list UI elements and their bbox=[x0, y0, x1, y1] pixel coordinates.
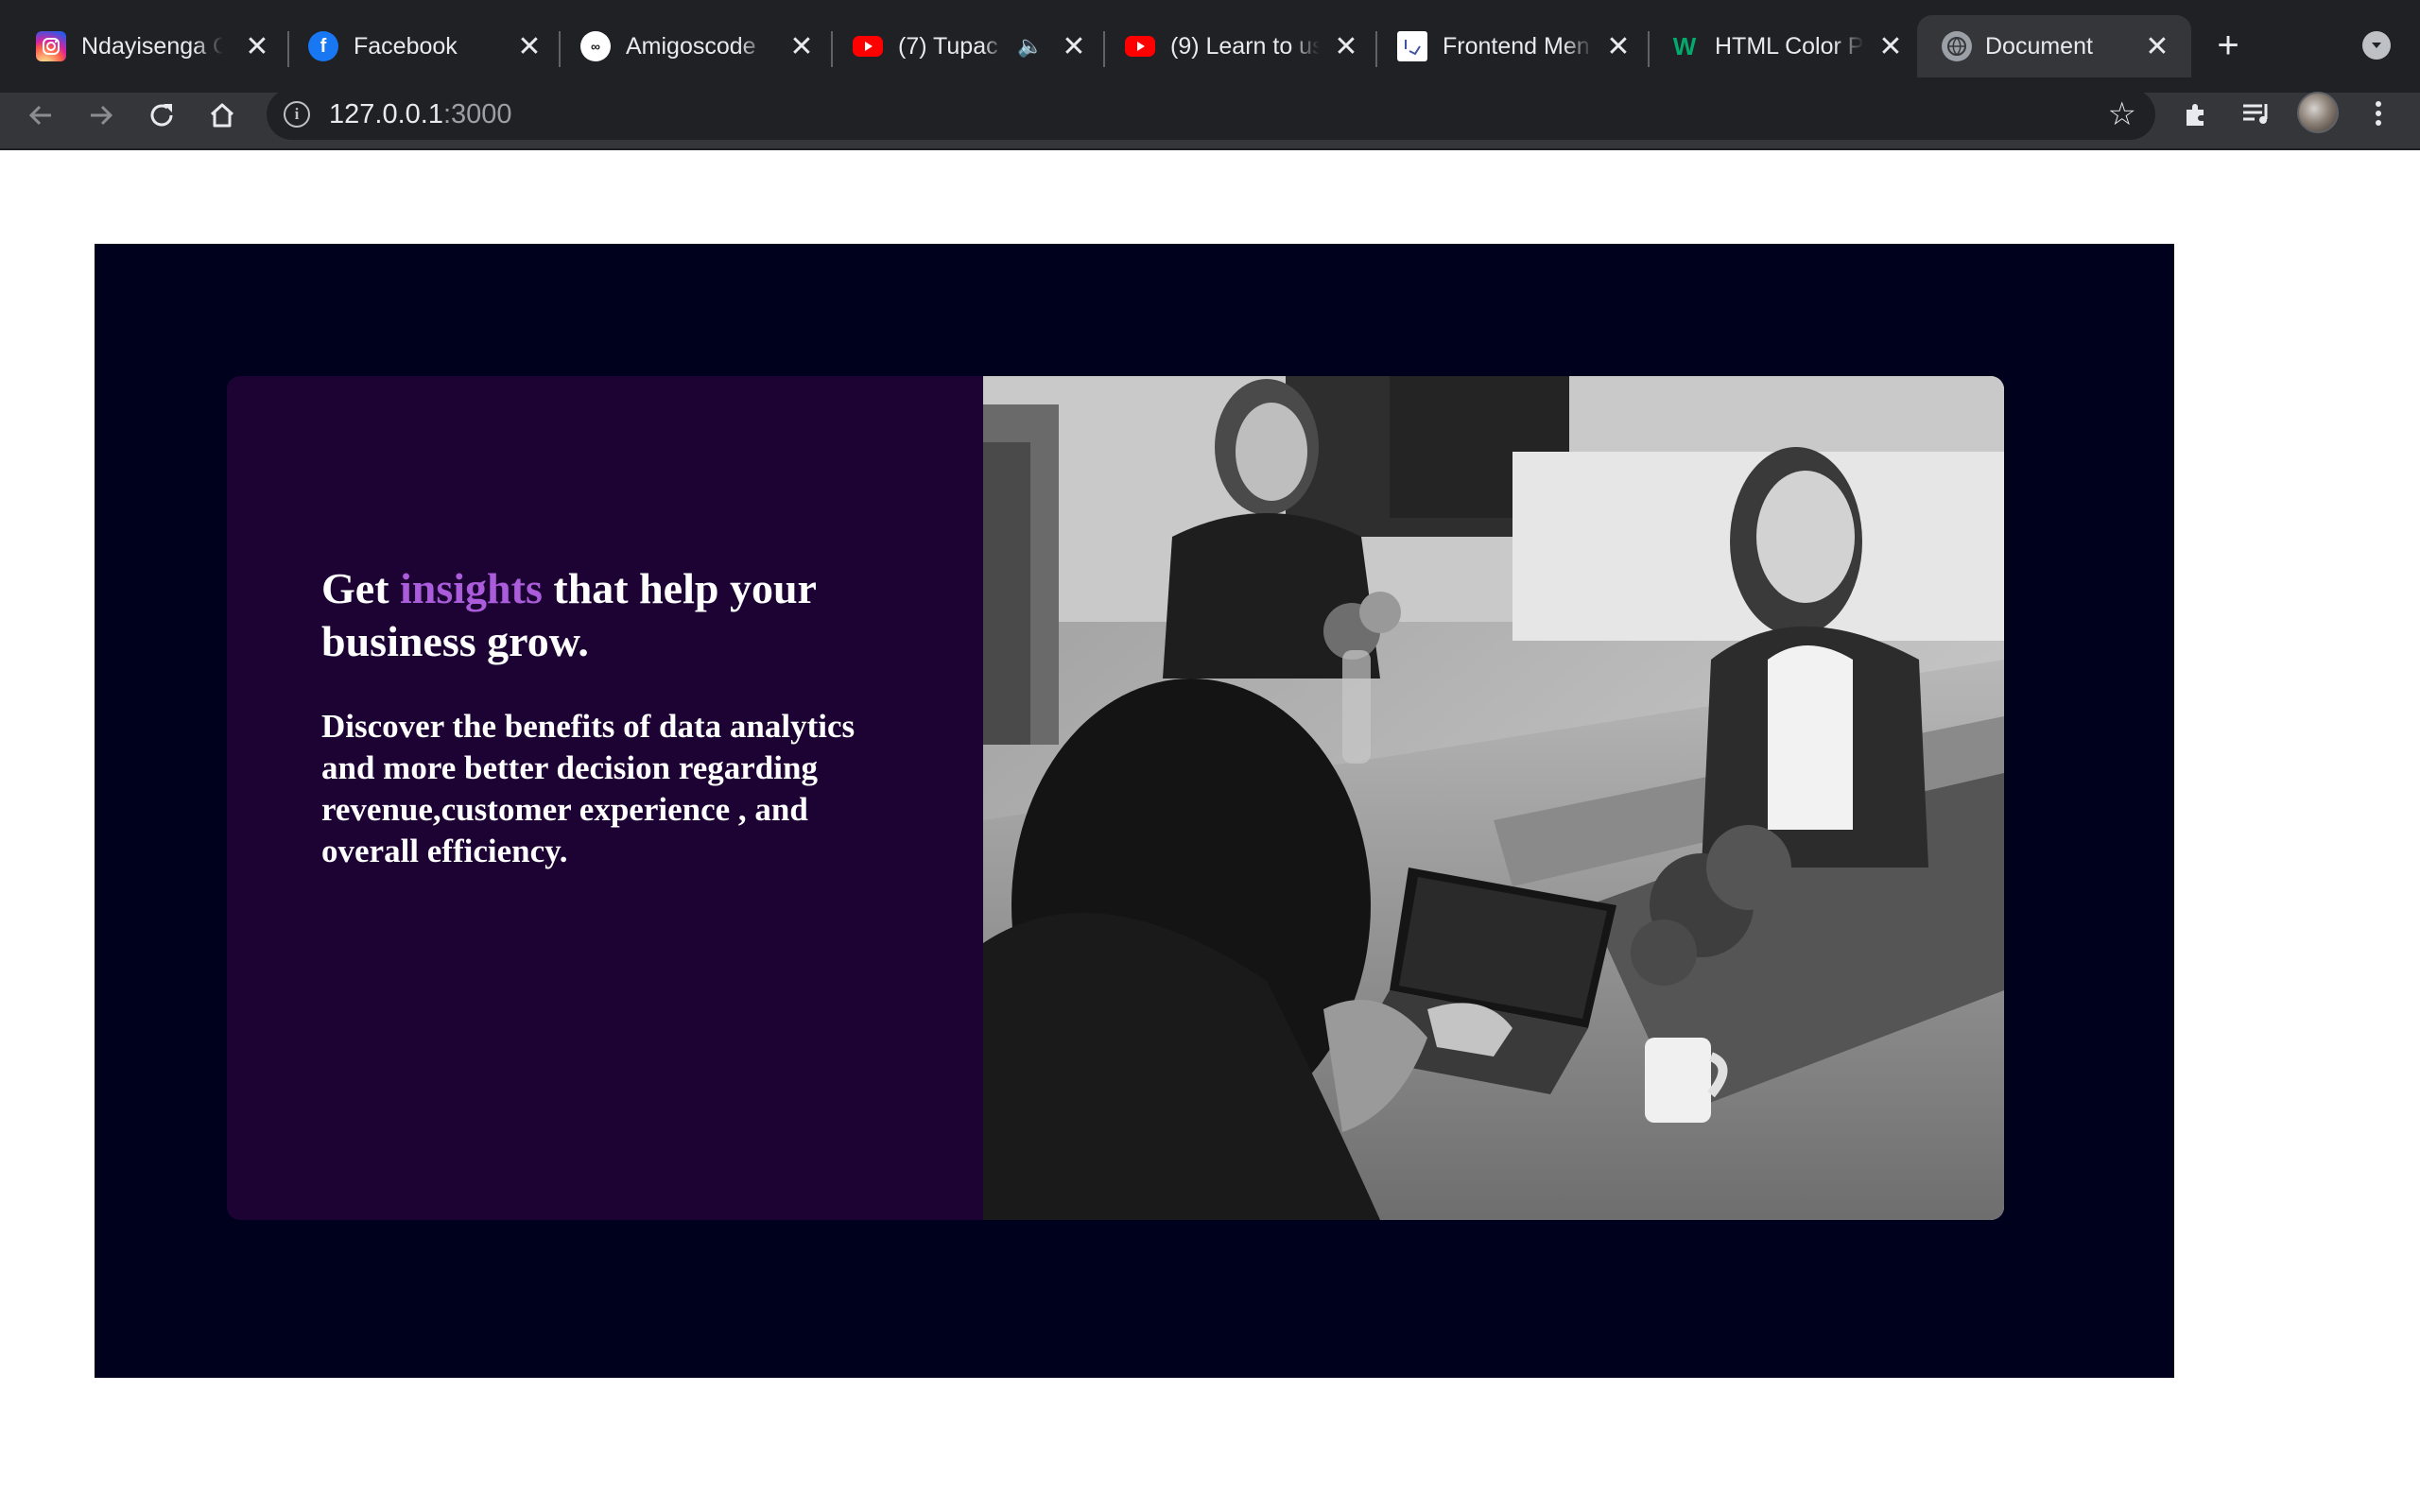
tab-document[interactable]: Document ✕ bbox=[1917, 15, 2191, 77]
home-button[interactable] bbox=[200, 94, 244, 137]
tab-youtube-learn[interactable]: (9) Learn to us ✕ bbox=[1125, 15, 1361, 77]
tab-title: (7) Tupac bbox=[898, 33, 998, 60]
speaker-icon[interactable]: 🔈 bbox=[1015, 31, 1046, 61]
media-queue-icon[interactable] bbox=[2236, 93, 2277, 134]
close-tab-icon[interactable]: ✕ bbox=[1601, 29, 1635, 63]
tab-title: Ndayisenga Cl bbox=[81, 33, 223, 60]
arrow-left-icon bbox=[28, 105, 51, 126]
reload-button[interactable] bbox=[140, 94, 183, 137]
headline: Get insights that help your business gro… bbox=[321, 562, 908, 668]
card-text-panel: Get insights that help your business gro… bbox=[227, 376, 983, 1220]
tab-separator bbox=[287, 31, 289, 67]
back-button[interactable] bbox=[19, 94, 62, 137]
forward-button[interactable] bbox=[79, 94, 123, 137]
close-tab-icon[interactable]: ✕ bbox=[1057, 29, 1091, 63]
instagram-icon bbox=[36, 31, 66, 61]
tab-separator bbox=[1103, 31, 1105, 67]
youtube-icon bbox=[853, 36, 883, 57]
menu-kebab-icon[interactable] bbox=[2358, 93, 2399, 134]
w3schools-icon: W bbox=[1672, 31, 1697, 60]
headline-accent: insights bbox=[400, 564, 543, 612]
tab-separator bbox=[831, 31, 833, 67]
tab-title: Amigoscode bbox=[626, 33, 756, 60]
close-tab-icon[interactable]: ✕ bbox=[512, 29, 546, 63]
tab-frontend-mentor[interactable]: Frontend Men ✕ bbox=[1397, 15, 1634, 77]
tab-instagram[interactable]: Ndayisenga Cl ✕ bbox=[36, 15, 272, 77]
tab-title: HTML Color P bbox=[1715, 33, 1864, 60]
address-bar[interactable]: i 127.0.0.1:3000 ☆ bbox=[267, 89, 2155, 140]
url-text[interactable]: 127.0.0.1:3000 bbox=[329, 99, 512, 129]
url-host: 127.0.0.1 bbox=[329, 99, 443, 129]
tab-w3schools[interactable]: W HTML Color P ✕ bbox=[1669, 15, 1906, 77]
close-tab-icon[interactable]: ✕ bbox=[2140, 29, 2174, 63]
tab-separator bbox=[1375, 31, 1377, 67]
globe-icon bbox=[1942, 31, 1972, 61]
insights-card: Get insights that help your business gro… bbox=[227, 376, 2004, 1220]
tab-title: Frontend Men bbox=[1443, 33, 1590, 60]
close-tab-icon[interactable]: ✕ bbox=[1874, 29, 1908, 63]
info-icon[interactable]: i bbox=[284, 101, 310, 128]
close-tab-icon[interactable]: ✕ bbox=[1329, 29, 1363, 63]
page-viewport: Get insights that help your business gro… bbox=[0, 150, 2420, 1512]
close-tab-icon[interactable]: ✕ bbox=[240, 29, 274, 63]
amigoscode-icon: ∞ bbox=[580, 31, 611, 61]
body-copy: Discover the benefits of data analytics … bbox=[321, 708, 856, 869]
office-photo-illustration bbox=[983, 376, 2004, 1220]
chevron-down-icon bbox=[2372, 43, 2381, 48]
new-tab-button[interactable]: + bbox=[2209, 26, 2247, 64]
tab-facebook[interactable]: f Facebook ✕ bbox=[308, 15, 544, 77]
extensions-icon[interactable] bbox=[2175, 93, 2217, 134]
tab-search-button[interactable] bbox=[2362, 31, 2391, 60]
profile-avatar[interactable] bbox=[2297, 92, 2339, 133]
facebook-icon: f bbox=[308, 31, 338, 61]
close-tab-icon[interactable]: ✕ bbox=[785, 29, 819, 63]
tab-separator bbox=[1648, 31, 1650, 67]
arrow-right-icon bbox=[91, 105, 113, 126]
headline-start: Get bbox=[321, 564, 401, 612]
hero-section: Get insights that help your business gro… bbox=[95, 244, 2174, 1378]
url-port: :3000 bbox=[442, 99, 512, 129]
home-icon bbox=[210, 103, 234, 128]
tab-title: Facebook bbox=[354, 33, 458, 60]
office-photo bbox=[983, 376, 2004, 1220]
tab-amigoscode[interactable]: ∞ Amigoscode ✕ bbox=[580, 15, 817, 77]
youtube-icon bbox=[1125, 36, 1155, 57]
bookmark-star-icon[interactable]: ☆ bbox=[2108, 98, 2136, 130]
reload-icon bbox=[150, 104, 173, 127]
tab-separator bbox=[559, 31, 561, 67]
tab-youtube-tupac[interactable]: (7) Tupac 🔈 ✕ bbox=[853, 15, 1089, 77]
frontend-mentor-icon bbox=[1397, 31, 1427, 61]
tab-title: (9) Learn to us bbox=[1170, 33, 1320, 60]
tab-title: Document bbox=[1985, 33, 2093, 60]
